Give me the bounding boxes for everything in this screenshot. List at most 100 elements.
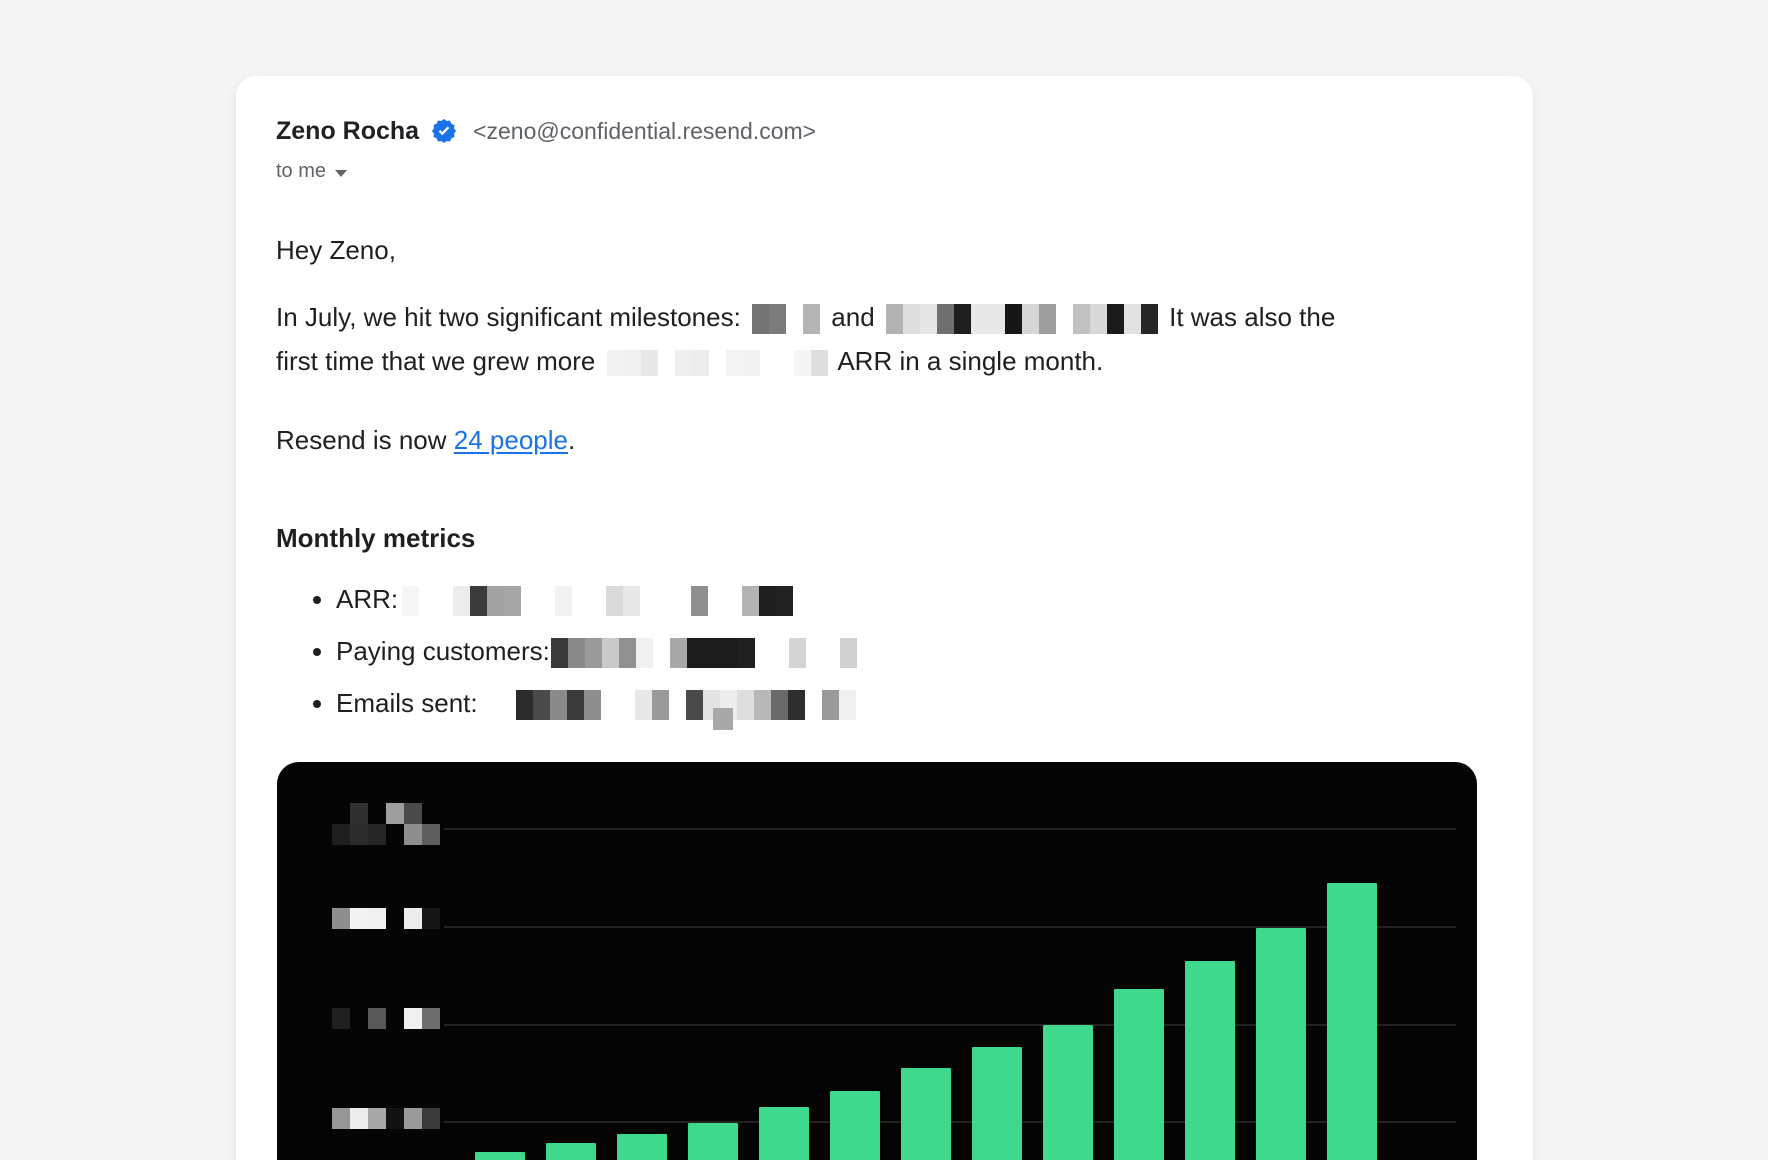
redaction-cell [619, 638, 636, 668]
paragraph-text: . [568, 425, 575, 455]
redaction-cell [368, 1008, 386, 1029]
redaction-cell [708, 586, 725, 616]
redaction-cell [402, 586, 419, 616]
redacted-value-block [551, 638, 857, 668]
redaction-cell [988, 304, 1005, 334]
redacted-text-block [607, 350, 828, 376]
redaction-cell [704, 638, 721, 668]
metrics-list: ARR: Paying customers: Emails sent: [276, 573, 1493, 729]
redaction-cell [386, 908, 404, 929]
redaction-cell [1039, 304, 1056, 334]
redaction-cell [754, 690, 771, 720]
redaction-cell [404, 824, 422, 845]
redaction-row [332, 1008, 440, 1029]
redaction-cell [332, 824, 350, 845]
redaction-cell [368, 1108, 386, 1129]
redaction-cell [794, 350, 811, 376]
redaction-cell [1141, 304, 1158, 334]
redaction-cell [572, 586, 589, 616]
chart-bar-6 [830, 1091, 880, 1160]
redaction-cell [555, 586, 572, 616]
redaction-cell [521, 586, 538, 616]
paragraph-text: Resend is now [276, 425, 454, 455]
redaction-cell [350, 1108, 368, 1129]
redaction-cell [636, 638, 653, 668]
redaction-cell [776, 586, 793, 616]
redaction-cell [332, 908, 350, 929]
redaction-row [886, 304, 1158, 334]
redaction-cell [691, 586, 708, 616]
redaction-cell [602, 638, 619, 668]
redaction-cell [777, 350, 794, 376]
redaction-cell [954, 304, 971, 334]
chart-bar-2 [546, 1143, 596, 1160]
redaction-cell [674, 586, 691, 616]
redaction-cell [368, 824, 386, 845]
redaction-cell [752, 304, 769, 334]
redaction-row [752, 304, 820, 334]
redaction-cell [635, 690, 652, 720]
redaction-cell [624, 350, 641, 376]
redaction-cell [839, 690, 856, 720]
redaction-cell [404, 908, 422, 929]
redaction-cell [332, 803, 350, 824]
redaction-cell [538, 586, 555, 616]
redaction-cell [725, 586, 742, 616]
redaction-cell [386, 803, 404, 824]
redaction-cell [686, 690, 703, 720]
redaction-cell [743, 350, 760, 376]
redacted-text-block [752, 304, 820, 334]
redaction-cell [903, 304, 920, 334]
redaction-cell [350, 908, 368, 929]
chart-y-axis-label-redacted [332, 908, 440, 929]
redacted-text-block [886, 304, 1158, 334]
redaction-cell [759, 586, 776, 616]
metrics-heading: Monthly metrics [276, 521, 1493, 555]
redaction-cell [786, 304, 803, 334]
redaction-cell [332, 1008, 350, 1029]
list-item-paying-customers: Paying customers: [336, 625, 1493, 677]
redaction-cell [640, 586, 657, 616]
redaction-cell [652, 690, 669, 720]
chart-y-axis-label-redacted [332, 1008, 440, 1029]
chart-bar-11 [1185, 961, 1235, 1160]
list-item-emails-sent: Emails sent: [336, 677, 1493, 729]
redaction-cell [823, 638, 840, 668]
recipient-label: to me [276, 160, 326, 183]
recipient-dropdown[interactable]: to me [276, 160, 347, 183]
redaction-cell [1124, 304, 1141, 334]
redaction-cell [789, 638, 806, 668]
team-size-link[interactable]: 24 people [454, 425, 568, 455]
redaction-cell [811, 350, 828, 376]
chart-bar-10 [1114, 989, 1164, 1160]
paragraph-text: and [824, 302, 882, 332]
metrics-bar-chart [277, 762, 1477, 1160]
greeting-text: Hey Zeno, [276, 233, 1493, 267]
redaction-cell [742, 586, 759, 616]
redaction-cell [368, 908, 386, 929]
redaction-cell [606, 586, 623, 616]
chart-bar-7 [901, 1068, 951, 1160]
chart-bar-8 [972, 1047, 1022, 1160]
redaction-cell [422, 1008, 440, 1029]
chart-bar-3 [617, 1134, 667, 1160]
redaction-row [332, 824, 440, 845]
redaction-cell [422, 824, 440, 845]
redaction-cell [1090, 304, 1107, 334]
redaction-cell [805, 690, 822, 720]
redaction-row [713, 708, 733, 730]
chart-bar-5 [759, 1107, 809, 1160]
chart-y-axis-label-redacted [332, 1108, 440, 1129]
chart-bar-12 [1256, 928, 1306, 1160]
redaction-cell [769, 304, 786, 334]
email-card: Zeno Rocha <zeno@confidential.resend.com… [236, 76, 1533, 1160]
redaction-cell [1073, 304, 1090, 334]
redaction-cell [886, 304, 903, 334]
redaction-cell [788, 690, 805, 720]
verified-badge-icon [431, 118, 457, 144]
redaction-cell [607, 350, 624, 376]
redaction-cell [453, 586, 470, 616]
redacted-value-block [402, 586, 793, 616]
chart-bar-4 [688, 1123, 738, 1160]
redaction-row [402, 586, 793, 616]
